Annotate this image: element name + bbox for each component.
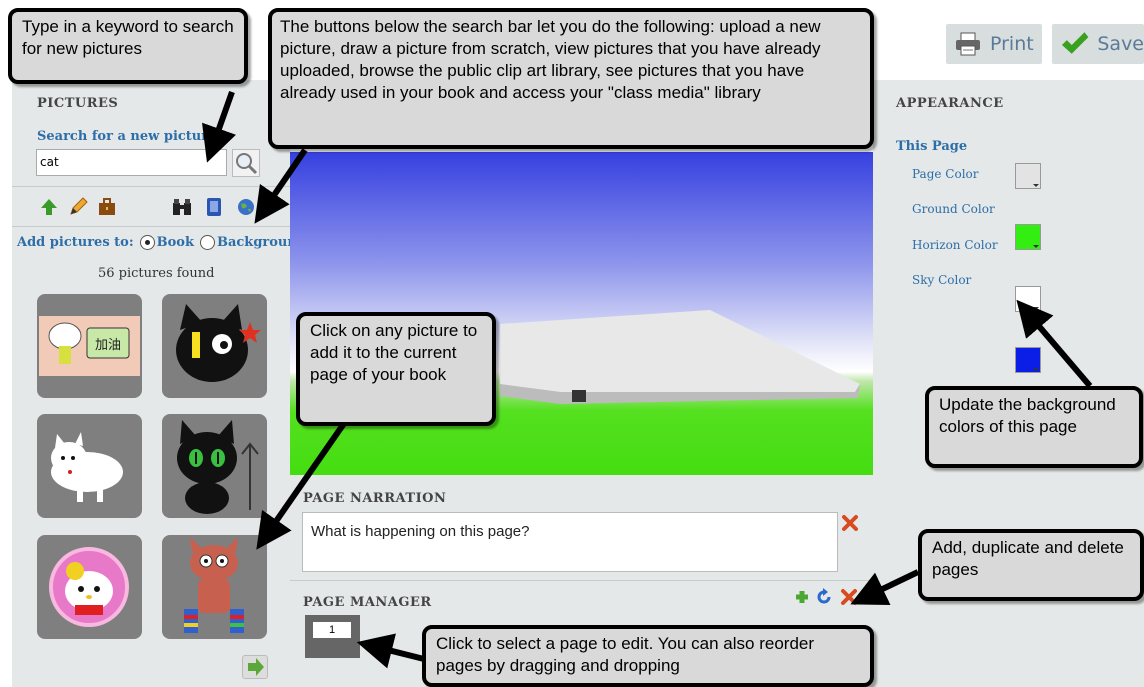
search-input[interactable]: cat [36,149,227,176]
horizon-color-label: Horizon Color [912,238,998,252]
callout-pages: Add, duplicate and delete pages [918,529,1144,601]
radio-book[interactable]: Book [139,235,194,250]
appearance-title: APPEARANCE [896,96,1004,111]
check-icon [1061,32,1089,54]
callout-keyword: Type in a keyword to search for new pict… [8,8,248,84]
next-arrow-icon [248,658,264,676]
horizon-color-swatch[interactable] [1015,286,1041,312]
upload-icon[interactable] [39,197,59,217]
print-button[interactable]: Print [946,24,1042,64]
page-number: 1 [313,622,351,638]
page-thumbnail[interactable]: 1 [305,615,360,658]
magnifier-icon [236,153,258,175]
pictures-found-count: 56 pictures found [98,266,215,281]
narration-input[interactable]: What is happening on this page? [302,512,838,572]
radio-book-label: Book [156,235,194,250]
add-pictures-label: Add pictures to: [17,235,134,250]
picture-thumbnail[interactable] [37,535,142,639]
picture-thumbnail[interactable] [162,535,267,639]
search-label: Search for a new picture [37,129,217,144]
delete-page-icon[interactable] [840,588,858,606]
picture-thumbnail[interactable]: 加油 [37,294,142,398]
book-icon[interactable] [205,197,223,217]
add-page-icon[interactable] [794,589,810,605]
briefcase-icon[interactable] [97,197,117,217]
divider [12,226,290,227]
delete-narration-icon[interactable] [841,514,859,532]
narration-title: PAGE NARRATION [303,491,447,506]
ground-color-label: Ground Color [912,202,995,216]
print-label: Print [990,33,1034,55]
sky-color-label: Sky Color [912,273,972,287]
ground-color-swatch[interactable] [1015,224,1041,250]
printer-icon [956,32,980,56]
appearance-subtitle: This Page [896,139,968,154]
callout-background: Update the background colors of this pag… [925,386,1143,468]
divider [12,186,290,187]
globe-icon[interactable] [236,197,256,217]
callout-click-picture: Click on any picture to add it to the cu… [296,312,496,426]
svg-text:加油: 加油 [95,338,121,353]
narration-placeholder: What is happening on this page? [311,523,530,540]
callout-select-page: Click to select a page to edit. You can … [422,625,874,687]
binoculars-icon[interactable] [171,197,193,217]
pictures-title: PICTURES [37,96,119,111]
picture-thumbnail[interactable] [162,414,267,518]
page-color-label: Page Color [912,167,979,181]
save-label: Save [1097,33,1144,55]
save-button[interactable]: Save [1052,24,1144,64]
picture-thumbnail[interactable] [162,294,267,398]
callout-buttons: The buttons below the search bar let you… [268,8,874,149]
search-button[interactable] [232,149,260,177]
page-manager-title: PAGE MANAGER [303,595,432,610]
next-page-button[interactable] [242,655,268,679]
add-pictures-row: Add pictures to: Book Background [17,235,306,250]
sky-color-swatch[interactable] [1015,347,1041,373]
search-input-value: cat [40,155,59,169]
picture-thumbnail[interactable] [37,414,142,518]
page-color-swatch[interactable] [1015,163,1041,189]
duplicate-page-icon[interactable] [815,588,833,606]
pencil-icon[interactable] [67,196,89,218]
